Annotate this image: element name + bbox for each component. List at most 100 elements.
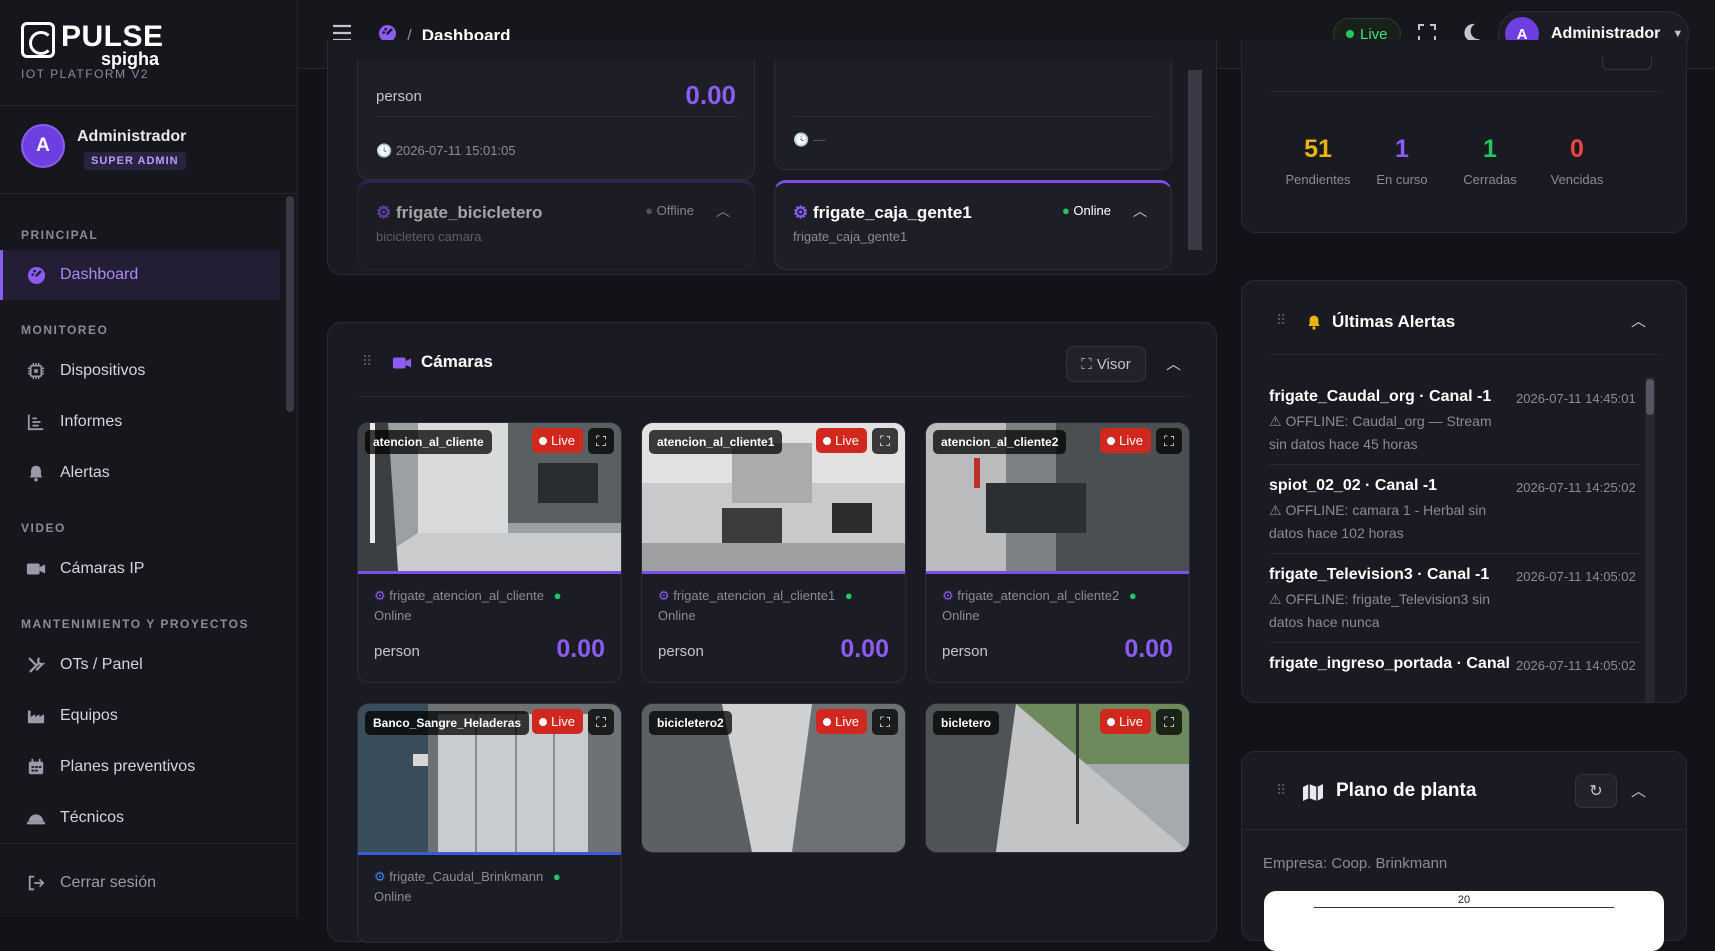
refresh-button[interactable]: ↻ — [1575, 774, 1617, 808]
section-monitoreo: MONITOREO — [21, 323, 109, 337]
sidebar-item-dispositivos[interactable]: Dispositivos — [0, 346, 280, 396]
helmet-icon — [26, 808, 46, 828]
calendar-icon — [26, 757, 46, 777]
devices-scrollbar[interactable] — [1188, 70, 1202, 250]
scale-line — [1314, 907, 1614, 908]
device-link[interactable]: ⚙ frigate_Caudal_Brinkmann ● — [374, 869, 561, 885]
device-card[interactable]: person 0.00 🕓 2026-07-11 15:01:05 — [357, 60, 755, 180]
panel-title: Plano de planta — [1336, 780, 1477, 801]
logout-button[interactable]: Cerrar sesión — [0, 858, 280, 908]
chevron-up-icon[interactable]: ︿ — [1631, 310, 1646, 331]
company-label: Empresa: Coop. Brinkmann — [1263, 855, 1448, 872]
device-status: Online — [658, 608, 696, 623]
device-link[interactable]: ⚙ frigate_atencion_al_cliente ● — [374, 588, 561, 604]
alert-item[interactable]: frigate_Caudal_org · Canal -1 2026-07-11… — [1269, 388, 1649, 456]
sidebar-item-ots-panel[interactable]: OTs / Panel — [0, 640, 280, 690]
sidebar-item-tecnicos[interactable]: Técnicos — [0, 793, 280, 843]
bell-icon — [1306, 313, 1322, 336]
tools-icon — [26, 655, 46, 675]
sidebar-item-planes[interactable]: Planes preventivos — [0, 742, 280, 792]
camera-divider — [926, 571, 1189, 574]
camera-name: bicletero — [933, 711, 1000, 735]
sidebar-item-label: Cámaras IP — [60, 560, 145, 577]
chip-icon: ⚙ — [942, 588, 954, 603]
chip-icon: ⚙ — [376, 203, 392, 222]
alert-message: ⚠ OFFLINE: frigate_Television3 sin datos… — [1269, 591, 1491, 630]
alert-item[interactable]: frigate_Television3 · Canal -1 2026-07-1… — [1269, 566, 1649, 634]
divider — [0, 193, 298, 194]
status-dot-icon: ● — [1128, 588, 1137, 603]
fullscreen-icon[interactable]: ⛶ — [1156, 709, 1182, 735]
camera-card[interactable]: atencion_al_cliente2 Live ⛶ ⚙ frigate_at… — [925, 422, 1190, 683]
sidebar-item-label: OTs / Panel — [60, 656, 143, 673]
metric-label: person — [376, 88, 422, 105]
camera-card[interactable]: atencion_al_cliente Live ⛶ ⚙ frigate_ate… — [357, 422, 622, 683]
camera-card[interactable]: atencion_al_cliente1 Live ⛶ ⚙ frigate_at… — [641, 422, 906, 683]
brand-logo[interactable]: PULSE spigha — [21, 22, 164, 68]
camera-card[interactable]: bicletero Live ⛶ — [925, 703, 1190, 853]
drag-handle-icon[interactable]: ⠿ — [362, 353, 372, 370]
chip-icon: ⚙ — [793, 203, 809, 222]
device-card[interactable]: 🕓 — — [774, 60, 1172, 170]
sidebar-scrollbar[interactable] — [286, 196, 294, 412]
clock-icon: 🕓 — [376, 143, 393, 158]
device-card-bicicletero[interactable]: ⚙ frigate_bicicletero bicicletero camara… — [357, 180, 755, 270]
plano-panel: ⠿ Plano de planta ↻ ︿ Empresa: Coop. Bri… — [1241, 751, 1687, 951]
cameras-panel: ⠿ Cámaras ⛶ Visor ︿ atencion_al_cliente L… — [327, 322, 1217, 943]
live-badge: Live — [816, 428, 867, 453]
device-name: ⚙ frigate_caja_gente1 — [793, 203, 972, 222]
device-card-caja-gente[interactable]: ⚙ frigate_caja_gente1 frigate_caja_gente… — [774, 180, 1172, 270]
avatar: A — [21, 124, 65, 168]
sidebar-item-label: Dashboard — [60, 266, 139, 283]
divider — [0, 843, 298, 844]
camera-name: bicicletero2 — [649, 711, 732, 735]
alert-item[interactable]: frigate_ingreso_portada · Canal 2026-07-… — [1269, 655, 1649, 680]
platform-label: IOT PLATFORM V2 — [21, 67, 150, 81]
map-icon — [1302, 782, 1324, 807]
metric-label: person — [942, 643, 988, 660]
device-link[interactable]: ⚙ frigate_atencion_al_cliente1 ● — [658, 588, 853, 604]
logout-icon — [26, 873, 46, 893]
alert-time: 2026-07-11 14:25:02 — [1516, 480, 1636, 495]
sidebar-item-camaras-ip[interactable]: Cámaras IP — [0, 544, 280, 594]
chevron-up-icon[interactable]: ︿ — [716, 201, 730, 221]
panel-button[interactable] — [1602, 56, 1652, 70]
fullscreen-icon[interactable]: ⛶ — [872, 709, 898, 735]
fullscreen-icon[interactable]: ⛶ — [588, 709, 614, 735]
panel-title: Cámaras — [421, 352, 493, 371]
sidebar-item-dashboard[interactable]: Dashboard — [0, 250, 280, 300]
alert-time: 2026-07-11 14:45:01 — [1516, 391, 1636, 406]
fullscreen-icon[interactable]: ⛶ — [1156, 428, 1182, 454]
fullscreen-icon[interactable]: ⛶ — [588, 428, 614, 454]
sidebar-item-alertas[interactable]: Alertas — [0, 448, 280, 498]
drag-handle-icon[interactable]: ⠿ — [1276, 312, 1286, 329]
visor-button[interactable]: ⛶ Visor — [1066, 346, 1146, 382]
expand-icon: ⛶ — [1081, 355, 1092, 373]
sidebar-item-equipos[interactable]: Equipos — [0, 691, 280, 741]
divider — [1269, 642, 1641, 643]
floor-plan-canvas[interactable]: 20 — [1264, 891, 1664, 951]
section-video: VIDEO — [21, 521, 66, 535]
divider — [376, 116, 738, 117]
sidebar-item-label: Planes preventivos — [60, 758, 196, 775]
fullscreen-icon[interactable]: ⛶ — [872, 428, 898, 454]
chevron-up-icon[interactable]: ︿ — [1133, 201, 1147, 221]
drag-handle-icon[interactable]: ⠿ — [1276, 782, 1286, 799]
alert-item[interactable]: spiot_02_02 · Canal -1 2026-07-11 14:25:… — [1269, 477, 1649, 545]
sidebar-item-informes[interactable]: Informes — [0, 397, 280, 447]
stat-en-curso-value: 1 — [1395, 135, 1409, 163]
metric-value: 0.00 — [840, 635, 889, 663]
chart-icon — [26, 412, 46, 432]
camera-card[interactable]: Banco_Sangre_Heladeras Live ⛶ ⚙ frigate_… — [357, 703, 622, 943]
camera-card[interactable]: bicicletero2 Live ⛶ — [641, 703, 906, 853]
chevron-up-icon[interactable]: ︿ — [1166, 353, 1181, 374]
chevron-up-icon[interactable]: ︿ — [1631, 780, 1646, 801]
section-principal: PRINCIPAL — [21, 228, 99, 242]
metric-label: person — [374, 643, 420, 660]
sidebar-item-label: Informes — [60, 413, 123, 430]
camera-name: atencion_al_cliente2 — [933, 430, 1067, 454]
divider — [1269, 354, 1661, 355]
device-link[interactable]: ⚙ frigate_atencion_al_cliente2 ● — [942, 588, 1137, 604]
device-name: ⚙ frigate_bicicletero — [376, 203, 543, 222]
metric-value: 0.00 — [556, 635, 605, 663]
